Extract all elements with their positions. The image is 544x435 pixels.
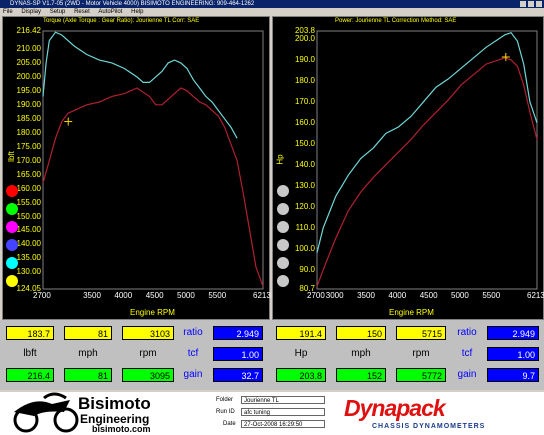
torque-value-box: 183.7 <box>6 326 54 340</box>
power-plot <box>316 30 538 290</box>
ratio-label-right: ratio <box>457 327 477 338</box>
gain-value-box: 32.7 <box>213 368 263 382</box>
rpm-unit-label-right: rpm <box>412 348 430 359</box>
torque-series-line-1 <box>42 87 264 287</box>
mph-peak-box-right: 152 <box>336 368 386 382</box>
gain-label-right: gain <box>457 369 477 380</box>
mph-unit-label-right: mph <box>351 348 371 359</box>
rpm-value-box: 3103 <box>122 326 174 340</box>
ratio-label: ratio <box>183 327 203 338</box>
series-color-dot[interactable] <box>277 239 289 251</box>
close-button[interactable] <box>536 1 542 7</box>
date-field: 27-Oct-2008 16:29:50 <box>241 420 325 428</box>
rpm-peak-box-right: 5772 <box>396 368 446 382</box>
folder-field: Jourienne TL <box>241 396 325 404</box>
minimize-button[interactable] <box>520 1 526 7</box>
gain-value-box-right: 9.7 <box>487 368 539 382</box>
series-color-dot[interactable] <box>277 257 289 269</box>
footer-banner: Bisimoto Engineering bisimoto.com Folder… <box>0 392 544 435</box>
hp-peak-box: 203.8 <box>276 368 326 382</box>
gain-label: gain <box>183 369 203 380</box>
menu-setup[interactable]: Setup <box>50 9 66 15</box>
series-color-dot[interactable] <box>277 203 289 215</box>
series-color-dot[interactable] <box>277 275 289 287</box>
torque-chart-panel: Torque (Axle Torque : Gear Ratio): Jouri… <box>2 16 271 320</box>
mph-value-box-right: 150 <box>336 326 386 340</box>
dynapack-brand: Dynapack <box>344 395 446 421</box>
series-color-dot[interactable] <box>277 221 289 233</box>
hp-unit-label: Hp <box>294 348 308 359</box>
torque-series-line-0 <box>42 31 238 139</box>
menu-autopilot[interactable]: AutoPilot <box>98 9 122 15</box>
bisimoto-logo-icon <box>13 392 79 433</box>
mph-unit-label: mph <box>78 348 98 359</box>
runid-field: afc tuning <box>241 408 325 416</box>
window-title: DYNAS-SP V1.7-05 (2WD - Motor Vehicle 40… <box>10 1 255 7</box>
series-color-dot[interactable] <box>277 185 289 197</box>
runid-label: Run ID <box>216 409 235 415</box>
mph-value-box: 81 <box>64 326 112 340</box>
tcf-label-right: tcf <box>461 348 473 359</box>
menu-bar: File Display Setup Reset AutoPilot Help <box>0 8 544 16</box>
power-plot-frame <box>316 30 538 290</box>
series-color-dot[interactable] <box>6 221 18 233</box>
dynapack-sub: CHASSIS DYNAMOMETERS <box>372 423 486 430</box>
hp-value-box: 191.4 <box>276 326 326 340</box>
torque-peak-box: 216.4 <box>6 368 54 382</box>
series-color-dot[interactable] <box>6 239 18 251</box>
window-titlebar: DYNAS-SP V1.7-05 (2WD - Motor Vehicle 40… <box>0 0 544 8</box>
rpm-peak-box: 3095 <box>122 368 174 382</box>
date-label: Date <box>223 421 236 427</box>
menu-file[interactable]: File <box>3 9 13 15</box>
mph-peak-box: 81 <box>64 368 112 382</box>
series-color-dot[interactable] <box>6 203 18 215</box>
torque-plot <box>42 30 264 290</box>
torque-plot-frame <box>42 30 264 290</box>
torque-unit-label: lbft <box>23 348 37 359</box>
menu-help[interactable]: Help <box>131 9 143 15</box>
rpm-unit-label: rpm <box>139 348 157 359</box>
power-cursor-marker <box>501 52 510 61</box>
ratio-value-box: 2.949 <box>213 326 263 340</box>
bisimoto-url: bisimoto.com <box>92 424 151 434</box>
menu-display[interactable]: Display <box>21 9 41 15</box>
torque-cursor-marker <box>64 117 73 126</box>
rpm-value-box-right: 5715 <box>396 326 446 340</box>
tcf-value-box-right: 1.00 <box>487 347 539 361</box>
tcf-value-box: 1.00 <box>213 347 263 361</box>
readout-panel: 183.7 81 3103 lbft mph rpm 216.4 81 3095… <box>0 320 544 390</box>
bisimoto-brand: Bisimoto <box>78 394 151 413</box>
series-color-dot[interactable] <box>6 257 18 269</box>
ratio-value-box-right: 2.949 <box>487 326 539 340</box>
menu-reset[interactable]: Reset <box>74 9 90 15</box>
tcf-label: tcf <box>187 348 199 359</box>
power-series-line-0 <box>316 31 538 253</box>
maximize-button[interactable] <box>528 1 534 7</box>
series-color-dot[interactable] <box>6 185 18 197</box>
power-chart-panel: Power: Jourienne TL Correction Method: S… <box>272 16 544 320</box>
series-color-dot[interactable] <box>6 275 18 287</box>
folder-label: Folder <box>216 397 234 403</box>
